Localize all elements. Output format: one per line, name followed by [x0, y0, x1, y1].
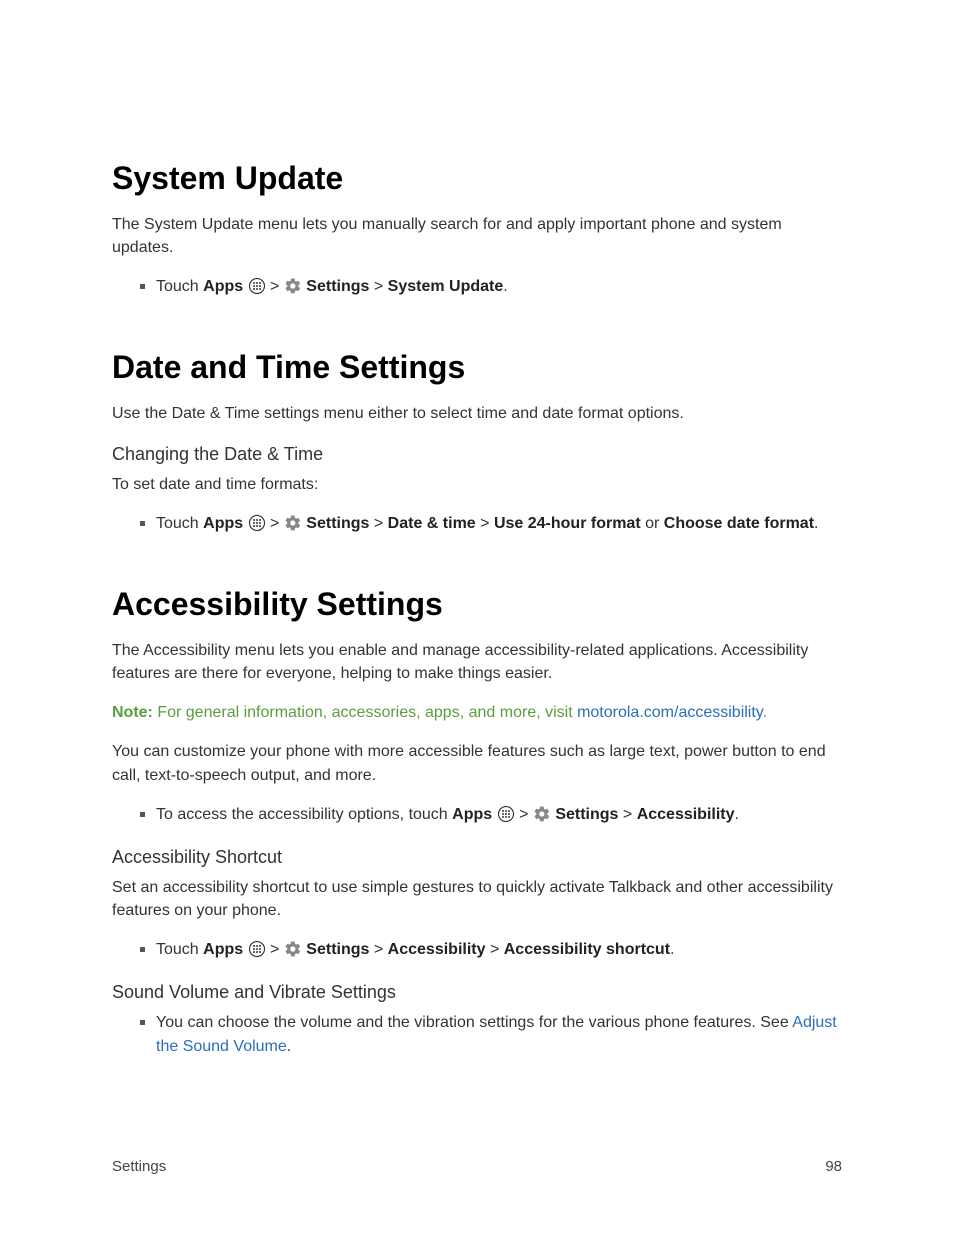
text-date-time-formats: To set date and time formats: [112, 473, 842, 496]
separator: > [519, 806, 528, 823]
text: or [641, 515, 664, 532]
list-item: To access the accessibility options, tou… [140, 803, 842, 827]
heading-system-update: System Update [112, 160, 842, 197]
separator: > [270, 515, 279, 532]
separator: > [374, 515, 383, 532]
list-item: Touch Apps > Settings > Date & time > Us… [140, 512, 842, 536]
link-motorola-accessibility[interactable]: motorola.com/accessibility [577, 704, 763, 721]
heading-accessibility: Accessibility Settings [112, 586, 842, 623]
label-accessibility-shortcut: Accessibility shortcut [504, 941, 670, 958]
label-accessibility: Accessibility [388, 941, 486, 958]
settings-icon [284, 940, 302, 958]
text: . [503, 278, 507, 295]
settings-icon [284, 514, 302, 532]
text: . [670, 941, 674, 958]
text-accessibility-shortcut: Set an accessibility shortcut to use sim… [112, 876, 842, 922]
text: . [735, 806, 739, 823]
label-settings: Settings [555, 806, 618, 823]
separator: > [270, 941, 279, 958]
page-footer: Settings 98 [112, 1158, 842, 1175]
text: To access the accessibility options, tou… [156, 806, 452, 823]
list-item: Touch Apps > Settings > Accessibility > … [140, 938, 842, 962]
intro-system-update: The System Update menu lets you manually… [112, 213, 842, 259]
label-apps: Apps [203, 515, 243, 532]
apps-icon [248, 514, 266, 532]
list-item: Touch Apps > Settings > System Update. [140, 275, 842, 299]
label-settings: Settings [306, 941, 369, 958]
intro-date-time: Use the Date & Time settings menu either… [112, 402, 842, 425]
text: Touch [156, 941, 203, 958]
text: Touch [156, 278, 203, 295]
separator: > [490, 941, 499, 958]
label-apps: Apps [203, 941, 243, 958]
footer-page-number: 98 [825, 1158, 842, 1175]
text: Touch [156, 515, 203, 532]
label-settings: Settings [306, 515, 369, 532]
settings-icon [284, 277, 302, 295]
text: . [814, 515, 818, 532]
label-apps: Apps [452, 806, 492, 823]
label-apps: Apps [203, 278, 243, 295]
section-accessibility: Accessibility Settings The Accessibility… [112, 586, 842, 1059]
section-system-update: System Update The System Update menu let… [112, 160, 842, 299]
label-system-update: System Update [388, 278, 504, 295]
label-choose-date-format: Choose date format [664, 515, 814, 532]
text: . [287, 1038, 291, 1055]
separator: > [623, 806, 632, 823]
intro-accessibility: The Accessibility menu lets you enable a… [112, 639, 842, 685]
label-date-time: Date & time [388, 515, 476, 532]
label-settings: Settings [306, 278, 369, 295]
subheading-sound-volume-vibrate: Sound Volume and Vibrate Settings [112, 982, 842, 1003]
note-text: For general information, accessories, ap… [153, 704, 577, 721]
text: . [763, 704, 767, 721]
separator: > [374, 278, 383, 295]
heading-date-time: Date and Time Settings [112, 349, 842, 386]
apps-icon [248, 940, 266, 958]
section-date-time: Date and Time Settings Use the Date & Ti… [112, 349, 842, 535]
text-customize: You can customize your phone with more a… [112, 740, 842, 786]
list-item: You can choose the volume and the vibrat… [140, 1011, 842, 1059]
footer-section-name: Settings [112, 1158, 166, 1175]
text: You can choose the volume and the vibrat… [156, 1014, 792, 1031]
separator: > [480, 515, 489, 532]
settings-icon [533, 805, 551, 823]
apps-icon [497, 805, 515, 823]
label-24hour: Use 24-hour format [494, 515, 641, 532]
label-accessibility: Accessibility [637, 806, 735, 823]
separator: > [270, 278, 279, 295]
subheading-accessibility-shortcut: Accessibility Shortcut [112, 847, 842, 868]
note-label: Note: [112, 704, 153, 721]
document-page: System Update The System Update menu let… [0, 0, 954, 1235]
note-accessibility: Note: For general information, accessori… [112, 701, 842, 724]
apps-icon [248, 277, 266, 295]
subheading-changing-date-time: Changing the Date & Time [112, 444, 842, 465]
separator: > [374, 941, 383, 958]
